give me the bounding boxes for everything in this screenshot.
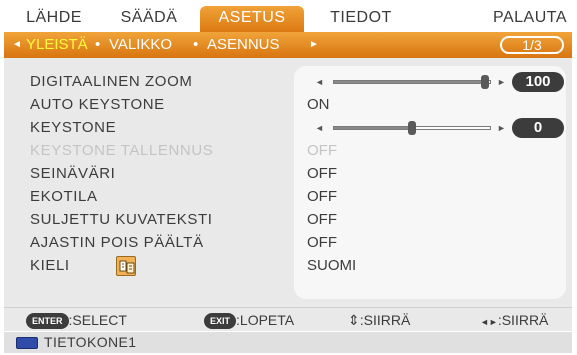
slider-right-arrow-icon[interactable]: ►	[497, 116, 506, 140]
help-enter-label: :SELECT	[68, 312, 127, 328]
tab-asetus[interactable]: ASETUS	[200, 6, 304, 32]
projector-osd-menu: LÄHDE SÄÄDÄ ASETUS TIEDOT PALAUTA ◄ YLEI…	[0, 0, 577, 355]
source-label: TIETOKONE1	[44, 334, 137, 350]
setting-value: OFF	[307, 165, 337, 182]
tab-lahde[interactable]: LÄHDE	[22, 4, 86, 32]
setting-value: ON	[307, 96, 330, 113]
slider-value: 100	[512, 72, 564, 92]
tab-tiedot[interactable]: TIEDOT	[326, 4, 396, 32]
slider-knob[interactable]	[408, 121, 416, 135]
enter-key-icon: ENTER	[26, 313, 69, 329]
setting-row[interactable]: DIGITAALINEN ZOOM ◄ ► 100	[4, 70, 572, 94]
help-enter: ENTER:SELECT	[26, 308, 127, 332]
setting-row[interactable]: SEINÄVÄRI OFF	[4, 162, 572, 186]
setting-row: KEYSTONE TALLENNUS OFF	[4, 139, 572, 163]
setting-label: AUTO KEYSTONE	[30, 96, 165, 113]
setting-value: OFF	[307, 188, 337, 205]
left-right-icon: ◄►	[480, 317, 498, 327]
setting-row[interactable]: KEYSTONE ◄ ► 0	[4, 116, 572, 140]
up-down-icon: ⇕	[348, 312, 360, 328]
setting-label: SULJETTU KUVATEKSTI	[30, 211, 213, 228]
subtab-valikko[interactable]: VALIKKO	[109, 32, 172, 58]
subtab-asennus[interactable]: ASENNUS	[207, 32, 280, 58]
setting-label: AJASTIN POIS PÄÄLTÄ	[30, 234, 204, 251]
slider-track[interactable]	[333, 121, 491, 135]
help-move-label: :SIIRRÄ	[359, 312, 411, 328]
settings-panel: DIGITAALINEN ZOOM ◄ ► 100 AUTO KEYSTONE ON KEY…	[4, 58, 572, 307]
slider-left-arrow-icon[interactable]: ◄	[315, 116, 324, 140]
tab-saada[interactable]: SÄÄDÄ	[114, 4, 184, 32]
setting-label: KEYSTONE TALLENNUS	[30, 142, 214, 159]
help-exit: EXIT:LOPETA	[204, 308, 294, 332]
setting-row[interactable]: AUTO KEYSTONE ON	[4, 93, 572, 117]
help-bar: ENTER:SELECT EXIT:LOPETA ⇕:SIIRRÄ ◄►:SII…	[4, 307, 572, 331]
help-adjust: ◄►:SIIRRÄ	[480, 308, 548, 332]
setting-value: OFF	[307, 234, 337, 251]
computer-input-icon	[16, 337, 38, 349]
setting-value: OFF	[307, 142, 337, 159]
setting-row[interactable]: KIELI SUOMI	[4, 254, 572, 278]
subtab-separator: •	[95, 36, 101, 53]
setting-row[interactable]: AJASTIN POIS PÄÄLTÄ OFF	[4, 231, 572, 255]
tab-palauta[interactable]: PALAUTA	[490, 4, 570, 32]
setting-value: OFF	[307, 211, 337, 228]
setting-label: EKOTILA	[30, 188, 98, 205]
slider-right-arrow-icon[interactable]: ►	[497, 70, 506, 94]
slider-fill	[334, 81, 486, 83]
setting-slider[interactable]: ◄ ► 100	[307, 70, 569, 94]
setting-label: SEINÄVÄRI	[30, 165, 116, 182]
slider-knob[interactable]	[481, 75, 490, 89]
slider-track[interactable]	[333, 75, 491, 89]
help-move: ⇕:SIIRRÄ	[348, 308, 410, 332]
subtab-bar: ◄ YLEISTÄ • VALIKKO • ASENNUS ► 1/3	[4, 32, 572, 58]
setting-row[interactable]: EKOTILA OFF	[4, 185, 572, 209]
slider-value: 0	[512, 118, 564, 138]
exit-key-icon: EXIT	[204, 313, 237, 329]
subtab-left-arrow-icon[interactable]: ◄	[12, 32, 22, 58]
subtab-yleista[interactable]: YLEISTÄ	[26, 32, 88, 58]
main-tabs: LÄHDE SÄÄDÄ ASETUS TIEDOT PALAUTA	[4, 4, 572, 32]
language-icon	[116, 256, 136, 276]
help-exit-label: :LOPETA	[236, 312, 295, 328]
setting-label: KEYSTONE	[30, 119, 117, 136]
subtab-right-arrow-icon[interactable]: ►	[309, 32, 319, 58]
slider-fill	[334, 127, 412, 129]
setting-row[interactable]: SULJETTU KUVATEKSTI OFF	[4, 208, 572, 232]
setting-value: SUOMI	[307, 257, 357, 274]
help-adjust-label: :SIIRRÄ	[497, 312, 549, 328]
setting-label: KIELI	[30, 257, 70, 274]
slider-left-arrow-icon[interactable]: ◄	[315, 70, 324, 94]
page-indicator: 1/3	[500, 36, 564, 54]
source-bar: TIETOKONE1	[4, 332, 572, 353]
subtab-separator: •	[193, 36, 199, 53]
setting-slider[interactable]: ◄ ► 0	[307, 116, 569, 140]
setting-label: DIGITAALINEN ZOOM	[30, 73, 193, 90]
